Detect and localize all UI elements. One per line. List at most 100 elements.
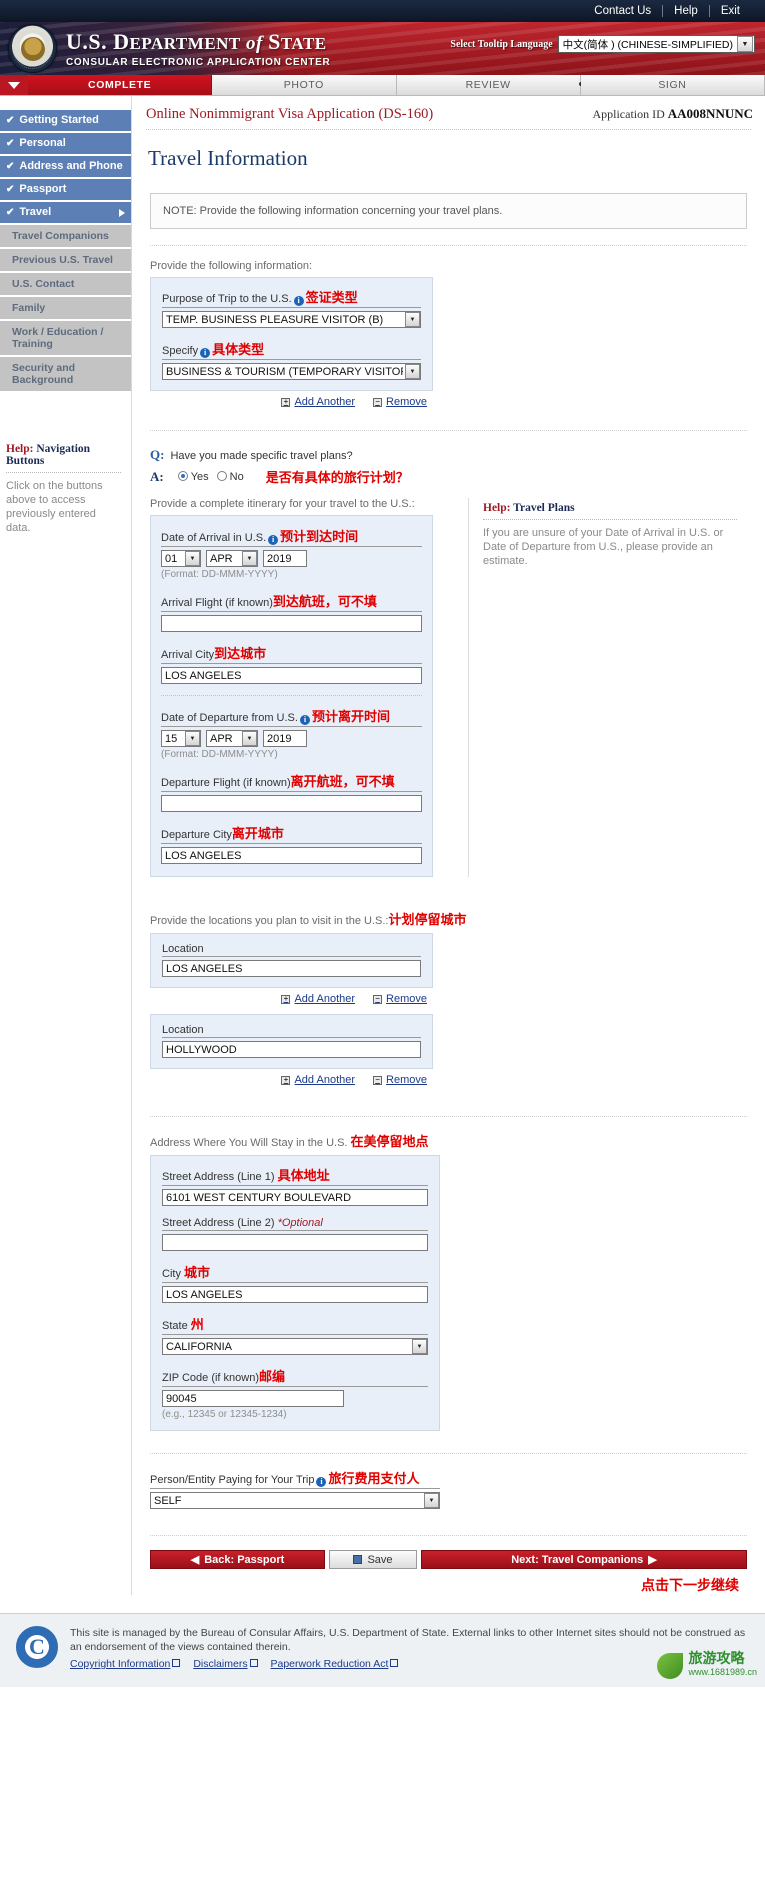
contact-us-link[interactable]: Contact Us bbox=[583, 5, 662, 17]
chevron-down-icon[interactable]: ▼ bbox=[405, 312, 420, 327]
paperwork-reduction-act-label: Paperwork Reduction Act bbox=[270, 1658, 389, 1670]
info-icon[interactable]: i bbox=[293, 296, 304, 306]
sidebar-item-work-education-training[interactable]: Work / Education / Training bbox=[0, 321, 131, 355]
purpose-of-trip-select[interactable]: TEMP. BUSINESS PLEASURE VISITOR (B) ▼ bbox=[162, 311, 421, 328]
purpose-section-intro: Provide the following information: bbox=[150, 260, 313, 272]
chevron-down-icon[interactable]: ▼ bbox=[242, 551, 257, 566]
next-button[interactable]: Next: Travel Companions ▶ bbox=[421, 1550, 747, 1569]
departure-city-input[interactable] bbox=[161, 847, 422, 864]
departure-flight-input[interactable] bbox=[161, 795, 422, 812]
radio-icon[interactable] bbox=[216, 470, 227, 481]
sidebar-item-travel[interactable]: ✔ Travel bbox=[0, 202, 131, 223]
radio-icon[interactable] bbox=[177, 470, 188, 481]
location-add-another-link[interactable]: + Add Another bbox=[281, 1074, 355, 1086]
tooltip-language-select[interactable]: 中文(简体 ) (CHINESE-SIMPLIFIED) ▼ bbox=[557, 35, 755, 53]
location-add-another-link[interactable]: + Add Another bbox=[281, 993, 355, 1005]
chevron-down-icon[interactable]: ▼ bbox=[242, 731, 257, 746]
chevron-down-icon[interactable]: ▼ bbox=[185, 551, 200, 566]
travel-plans-help-box: Help: Travel Plans If you are unsure of … bbox=[468, 498, 747, 877]
payer-select[interactable]: SELF ▼ bbox=[150, 1492, 440, 1509]
zip-code-input[interactable] bbox=[162, 1390, 344, 1407]
sidebar-item-address-and-phone[interactable]: ✔ Address and Phone bbox=[0, 156, 131, 177]
stay-address-fieldgroup: Street Address (Line 1) 具体地址 Street Addr… bbox=[150, 1155, 440, 1431]
location-label: Location bbox=[162, 943, 421, 957]
state-select[interactable]: CALIFORNIA ▼ bbox=[162, 1338, 428, 1355]
chevron-down-icon[interactable]: ▼ bbox=[412, 1339, 427, 1354]
chevron-down-icon[interactable]: ▼ bbox=[185, 731, 200, 746]
step-tab-review[interactable]: REVIEW bbox=[396, 75, 583, 95]
arrival-city-input[interactable] bbox=[161, 667, 422, 684]
street-address-line2-input[interactable] bbox=[162, 1234, 428, 1251]
purpose-add-another-link[interactable]: + Add Another bbox=[281, 396, 355, 408]
paperwork-reduction-act-link[interactable]: Paperwork Reduction Act bbox=[271, 1658, 399, 1670]
sidebar-item-label: Travel bbox=[19, 206, 52, 218]
arrival-month-select[interactable]: APR ▼ bbox=[206, 550, 258, 567]
street-address-line1-input[interactable] bbox=[162, 1189, 428, 1206]
chevron-down-icon[interactable]: ▼ bbox=[424, 1493, 439, 1508]
seal-eagle-icon bbox=[20, 36, 45, 61]
chevron-down-icon bbox=[8, 81, 20, 89]
departure-month-select[interactable]: APR ▼ bbox=[206, 730, 258, 747]
itinerary-section: Provide a complete itinerary for your tr… bbox=[150, 498, 747, 877]
arrival-day-select[interactable]: 01 ▼ bbox=[161, 550, 201, 567]
street-address-line2-label-text: Street Address (Line 2) bbox=[162, 1217, 278, 1229]
travel-plans-yes-radio[interactable]: Yes bbox=[177, 470, 209, 483]
sidebar-item-travel-companions[interactable]: Travel Companions bbox=[0, 225, 131, 247]
sidebar-item-family[interactable]: Family bbox=[0, 297, 131, 319]
tooltip-language-selector[interactable]: Select Tooltip Language 中文(简体 ) (CHINESE… bbox=[450, 35, 755, 53]
application-id-label: Application ID bbox=[592, 107, 668, 121]
exit-link[interactable]: Exit bbox=[708, 5, 751, 17]
chevron-down-icon[interactable]: ▼ bbox=[405, 364, 420, 379]
location-input[interactable] bbox=[162, 960, 421, 977]
info-icon[interactable]: i bbox=[200, 348, 211, 358]
sidebar-item-personal[interactable]: ✔ Personal bbox=[0, 133, 131, 154]
specify-value: BUSINESS & TOURISM (TEMPORARY VISITOR) (… bbox=[166, 365, 403, 378]
tooltip-language-label: Select Tooltip Language bbox=[450, 38, 553, 50]
next-step-annotation: 点击下一步继续 bbox=[132, 1575, 739, 1595]
plus-icon: + bbox=[281, 994, 291, 1004]
arrival-year-input[interactable] bbox=[263, 550, 307, 567]
step-tab-sign[interactable]: SIGN bbox=[580, 75, 765, 95]
step-tab-complete[interactable]: COMPLETE bbox=[28, 75, 213, 95]
arrival-city-label: Arrival City到达城市 bbox=[161, 643, 422, 664]
sidebar-item-security-and-background[interactable]: Security and Background bbox=[0, 357, 131, 391]
departure-day-select[interactable]: 15 ▼ bbox=[161, 730, 201, 747]
specify-select[interactable]: BUSINESS & TOURISM (TEMPORARY VISITOR) (… bbox=[162, 363, 421, 380]
travel-plans-no-radio[interactable]: No bbox=[216, 470, 244, 483]
question-text: Have you made specific travel plans? bbox=[170, 450, 353, 462]
sidebar-item-us-contact[interactable]: U.S. Contact bbox=[0, 273, 131, 295]
info-icon[interactable]: i bbox=[316, 1477, 327, 1487]
arrival-flight-input[interactable] bbox=[161, 615, 422, 632]
location-field: Location bbox=[162, 943, 421, 977]
purpose-remove-link[interactable]: − Remove bbox=[373, 396, 427, 408]
sidebar-item-getting-started[interactable]: ✔ Getting Started bbox=[0, 110, 131, 131]
application-id-value: AA008NNUNC bbox=[667, 106, 753, 121]
question-marker: Q: bbox=[150, 447, 165, 462]
step-tab-photo[interactable]: PHOTO bbox=[212, 75, 397, 95]
chevron-right-icon: ▶ bbox=[648, 1554, 657, 1566]
external-link-icon bbox=[390, 1659, 399, 1667]
zip-code-field: ZIP Code (if known)邮编 (e.g., 12345 or 12… bbox=[162, 1366, 428, 1420]
location-input[interactable] bbox=[162, 1041, 421, 1058]
city-input[interactable] bbox=[162, 1286, 428, 1303]
arrival-flight-annotation: 到达航班，可不填 bbox=[272, 595, 377, 610]
departure-year-input[interactable] bbox=[263, 730, 307, 747]
back-button[interactable]: ◀ Back: Passport bbox=[150, 1550, 325, 1569]
step-expand-arrow[interactable] bbox=[0, 75, 28, 95]
sidebar-item-passport[interactable]: ✔ Passport bbox=[0, 179, 131, 200]
save-icon bbox=[353, 1555, 363, 1564]
location-remove-link[interactable]: − Remove bbox=[373, 993, 427, 1005]
check-icon: ✔ bbox=[6, 137, 15, 149]
save-button[interactable]: Save bbox=[329, 1550, 417, 1569]
help-link[interactable]: Help bbox=[662, 5, 709, 17]
location-fieldgroup-1: Location bbox=[150, 933, 433, 988]
sidebar-item-previous-us-travel[interactable]: Previous U.S. Travel bbox=[0, 249, 131, 271]
info-icon[interactable]: i bbox=[268, 535, 279, 545]
stay-address-annotation: 在美停留地点 bbox=[350, 1135, 429, 1150]
copyright-information-link[interactable]: Copyright Information bbox=[70, 1658, 181, 1670]
info-icon[interactable]: i bbox=[299, 715, 310, 725]
disclaimers-link[interactable]: Disclaimers bbox=[193, 1658, 258, 1670]
document-header: Online Nonimmigrant Visa Application (DS… bbox=[132, 96, 765, 123]
location-remove-link[interactable]: − Remove bbox=[373, 1074, 427, 1086]
chevron-down-icon[interactable]: ▼ bbox=[737, 36, 753, 52]
